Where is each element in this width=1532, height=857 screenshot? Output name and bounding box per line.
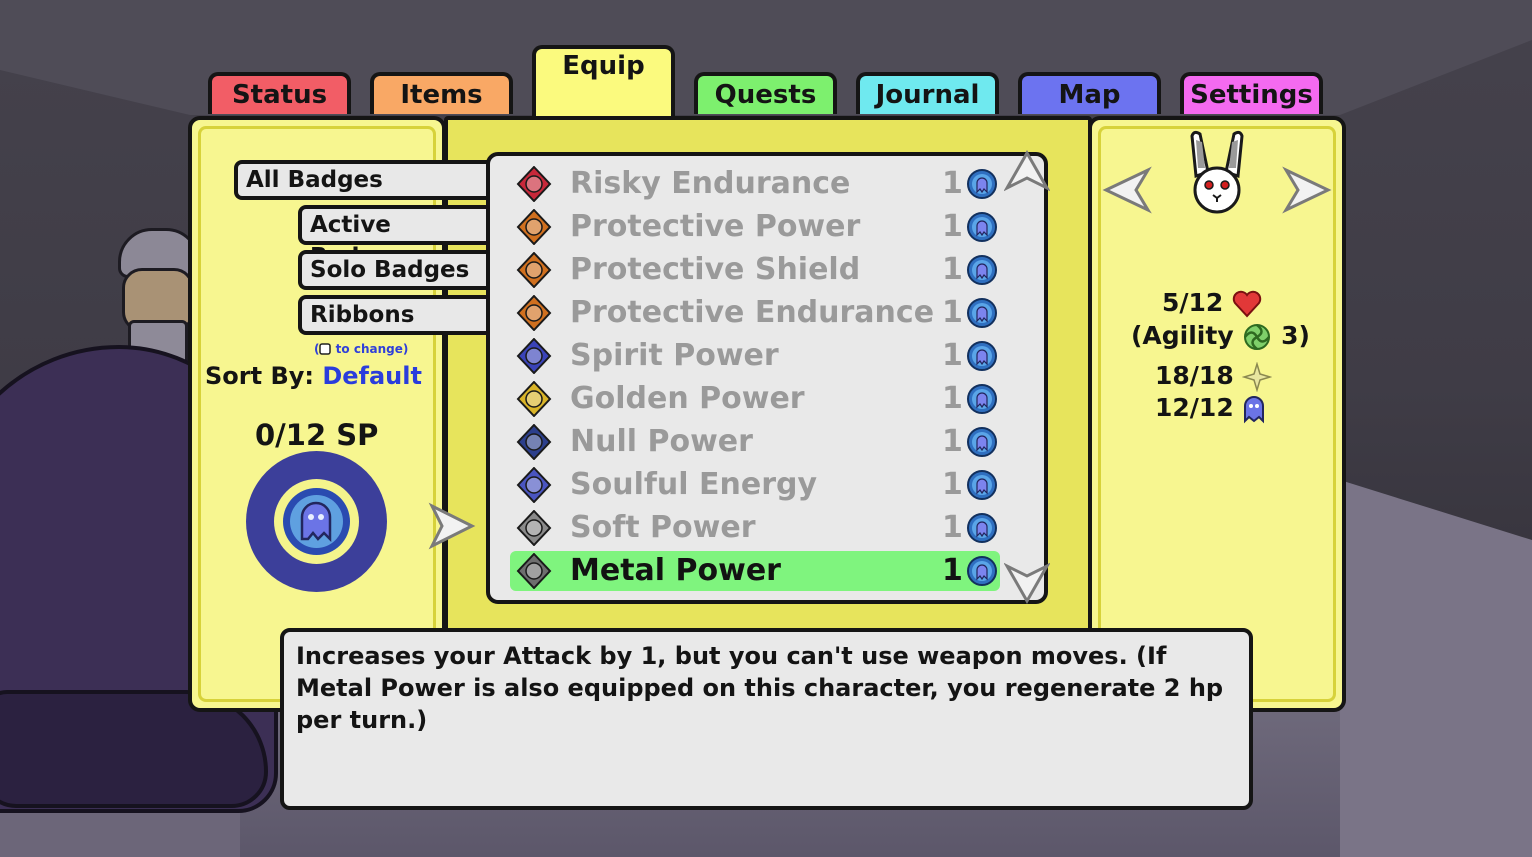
tab-equip[interactable]: Equip	[532, 45, 675, 117]
badge-cost: 1	[942, 381, 963, 416]
heart-icon	[1232, 290, 1262, 318]
teamwork-star-icon	[1241, 361, 1274, 393]
sp-cost-icon	[967, 169, 997, 199]
badge-cost: 1	[942, 295, 963, 330]
rabbit-character-portrait	[1190, 130, 1244, 214]
tab-journal[interactable]: Journal	[856, 72, 999, 114]
sp-usage: 0/12 SP	[255, 418, 379, 452]
badge-row[interactable]: Spirit Power 1	[510, 336, 1000, 376]
badge-row[interactable]: Metal Power 1	[510, 551, 1000, 591]
badge-cost: 1	[942, 467, 963, 502]
filter-all-badges[interactable]: All Badges	[234, 160, 490, 200]
spirit-power-icon	[516, 338, 552, 374]
badge-cost: 1	[942, 553, 963, 588]
sp-stat: 12/12	[1155, 393, 1266, 424]
scroll-down-arrow[interactable]	[1004, 562, 1050, 604]
soulful-energy-icon	[516, 467, 552, 503]
tab-items[interactable]: Items	[370, 72, 513, 114]
agility-swirl-icon	[1244, 324, 1271, 350]
null-power-icon	[516, 424, 552, 460]
sort-value[interactable]: Default	[322, 362, 422, 390]
sp-cost-icon	[967, 470, 997, 500]
badge-cost: 1	[942, 252, 963, 287]
npc-character	[118, 228, 200, 366]
tab-status[interactable]: Status	[208, 72, 351, 114]
soft-power-icon	[516, 510, 552, 546]
golden-power-icon	[516, 381, 552, 417]
background-floor-right	[1340, 480, 1532, 857]
badge-name: Protective Endurance	[570, 295, 935, 330]
badge-row[interactable]: Protective Power 1	[510, 207, 1000, 247]
sp-cost-icon	[967, 384, 997, 414]
badge-description: Increases your Attack by 1, but you can'…	[280, 628, 1253, 810]
badge-name: Soft Power	[570, 510, 756, 545]
sp-cost-icon	[967, 513, 997, 543]
badge-cost: 1	[942, 338, 963, 373]
protective-shield-icon	[516, 252, 552, 288]
badge-cost: 1	[942, 424, 963, 459]
badge-cost: 1	[942, 166, 963, 201]
badge-name: Metal Power	[570, 553, 781, 588]
badge-name: Spirit Power	[570, 338, 779, 373]
badge-name: Null Power	[570, 424, 753, 459]
tab-quests[interactable]: Quests	[694, 72, 837, 114]
prev-character-arrow[interactable]	[1102, 166, 1152, 214]
spirit-ghost-icon	[300, 501, 332, 543]
badge-name: Risky Endurance	[570, 166, 851, 201]
sp-cost-icon	[967, 298, 997, 328]
badge-cost: 1	[942, 510, 963, 545]
risky-endurance-icon	[516, 166, 552, 202]
sp-cost-icon	[967, 427, 997, 457]
list-pointer-arrow	[428, 502, 476, 550]
badge-name: Protective Shield	[570, 252, 861, 287]
filter-ribbons[interactable]: Ribbons	[298, 295, 490, 335]
badge-row[interactable]: Null Power 1	[510, 422, 1000, 462]
sp-cost-icon	[967, 212, 997, 242]
next-character-arrow[interactable]	[1282, 166, 1332, 214]
sort-hint: ( to change)	[314, 342, 409, 356]
hp-stat: 5/12	[1162, 288, 1262, 318]
sp-cost-icon	[967, 255, 997, 285]
badge-row[interactable]: Risky Endurance 1	[510, 164, 1000, 204]
scroll-up-arrow[interactable]	[1004, 150, 1050, 192]
badge-list[interactable]: Risky Endurance 1 Protective Power 1 Protect…	[486, 152, 1048, 604]
badge-cost: 1	[942, 209, 963, 244]
tp-stat: 18/18	[1155, 361, 1274, 393]
badge-row[interactable]: Protective Shield 1	[510, 250, 1000, 290]
metal-power-icon	[516, 553, 552, 589]
sp-cost-icon	[967, 341, 997, 371]
badge-name: Protective Power	[570, 209, 861, 244]
protective-endurance-icon	[516, 295, 552, 331]
badge-row[interactable]: Golden Power 1	[510, 379, 1000, 419]
badge-row[interactable]: Soulful Energy 1	[510, 465, 1000, 505]
sp-cost-icon	[967, 556, 997, 586]
agility-stat: (Agility 3)	[1131, 321, 1310, 350]
sp-meter	[246, 451, 387, 592]
protective-power-icon	[516, 209, 552, 245]
badge-name: Soulful Energy	[570, 467, 818, 502]
filter-solo-badges[interactable]: Solo Badges	[298, 250, 490, 290]
badge-row[interactable]: Protective Endurance 1	[510, 293, 1000, 333]
spirit-ghost-icon	[1244, 396, 1265, 424]
tab-map[interactable]: Map	[1018, 72, 1161, 114]
filter-active-badges[interactable]: Active Badges	[298, 205, 490, 270]
tab-settings[interactable]: Settings	[1180, 72, 1323, 114]
badge-name: Golden Power	[570, 381, 805, 416]
sort-by[interactable]: Sort By: Default	[205, 362, 422, 390]
badge-row[interactable]: Soft Power 1	[510, 508, 1000, 548]
button-prompt-icon	[319, 343, 332, 355]
